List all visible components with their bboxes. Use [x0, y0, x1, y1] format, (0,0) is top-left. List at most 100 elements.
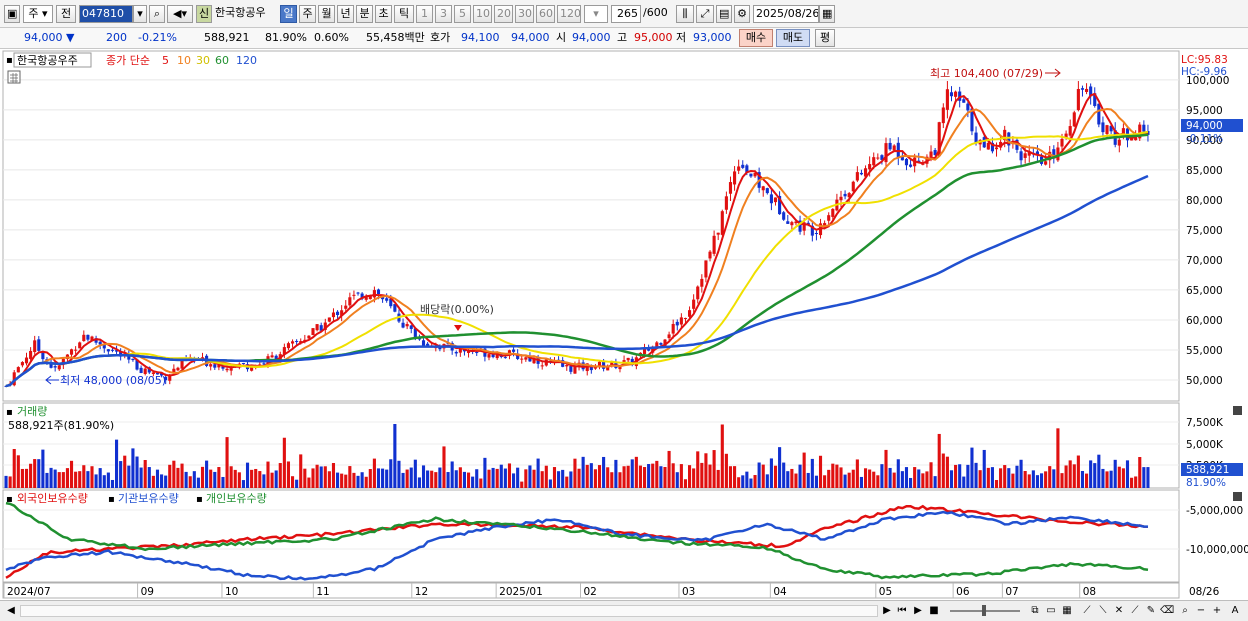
type-select[interactable]: 주 ▾ — [23, 5, 53, 23]
volume-bar — [548, 479, 552, 488]
scroll-left-icon[interactable]: ◀ — [4, 604, 18, 618]
volume-value: 588,921 — [204, 31, 250, 44]
interval-60[interactable]: 60 — [536, 5, 555, 23]
volume-bar — [949, 470, 954, 488]
interval-20[interactable]: 20 — [494, 5, 513, 23]
candle-body — [1060, 138, 1064, 147]
horizontal-scrollbar[interactable] — [20, 605, 878, 617]
stop-icon[interactable]: ■ — [927, 604, 941, 618]
font-icon[interactable]: A — [1228, 604, 1242, 618]
volume-bar — [417, 477, 421, 488]
price-ytick: 50,000 — [1186, 375, 1223, 387]
interval-1[interactable]: 1 — [416, 5, 433, 23]
period-minute[interactable]: 분 — [356, 5, 373, 23]
prev-button[interactable]: 전 — [56, 5, 76, 23]
interval-120[interactable]: 120 — [557, 5, 581, 23]
zoom-icon[interactable]: ⌕ — [1178, 604, 1192, 618]
zoom-in-icon[interactable]: + — [1210, 604, 1224, 618]
eraser-icon[interactable]: ⌫ — [1160, 604, 1174, 618]
volume-bar — [606, 467, 610, 488]
volume-bar — [364, 476, 368, 488]
volume-tag-pct: 81.90% — [1186, 477, 1226, 489]
volume-bar — [970, 447, 974, 488]
candle-body — [708, 251, 712, 259]
layout-icon-1[interactable]: ⧉ — [1028, 604, 1042, 618]
crosshair-icon[interactable]: ⤢ — [696, 5, 714, 23]
volume-bar — [307, 477, 311, 488]
play-icon[interactable]: ▶ — [911, 604, 925, 618]
volume-bar — [884, 449, 888, 488]
interval-5[interactable]: 5 — [454, 5, 471, 23]
draw-line-icon[interactable]: ⟋ — [1080, 604, 1094, 618]
scroll-right-icon[interactable]: ▶ — [880, 604, 894, 618]
layout-icon-3[interactable]: ▦ — [1060, 604, 1074, 618]
volume-bar — [974, 462, 978, 488]
volume-bar — [925, 471, 929, 488]
holding-ytick-2: -10,000,000 — [1186, 544, 1248, 556]
period-second[interactable]: 초 — [375, 5, 392, 23]
sell-button[interactable]: 매도 — [776, 29, 810, 47]
save-icon[interactable]: ▤ — [716, 5, 732, 23]
interval-30[interactable]: 30 — [515, 5, 534, 23]
interval-10[interactable]: 10 — [473, 5, 492, 23]
volume-ytick-1: 7,500K — [1186, 417, 1224, 429]
zoom-slider-handle[interactable] — [982, 605, 986, 616]
volume-summary: 588,921주(81.90%) — [8, 419, 114, 432]
volume-bar — [929, 462, 933, 488]
volume-bar — [552, 467, 557, 488]
candle-body — [954, 91, 958, 97]
volume-bar — [1007, 468, 1011, 488]
volume-bar — [430, 470, 434, 488]
period-tick[interactable]: 틱 — [394, 5, 414, 23]
draw-trend-icon[interactable]: ⟍ — [1096, 604, 1110, 618]
date-input[interactable]: 2025/08/26 — [753, 5, 819, 23]
volume-bar — [221, 476, 225, 488]
candle-body — [110, 349, 115, 351]
draw-cross-icon[interactable]: ✕ — [1112, 604, 1126, 618]
chart-area[interactable]: 100,000 95,000 90,000 85,000 80,000 75,000 70,… — [0, 49, 1248, 605]
volume-bar — [823, 475, 827, 488]
buy-button[interactable]: 매수 — [739, 29, 773, 47]
candle-body — [712, 235, 716, 254]
volume-bar — [1097, 454, 1101, 488]
candle-body — [962, 99, 966, 103]
speaker-icon[interactable]: ◀▾ — [167, 5, 193, 23]
volume-bar — [900, 471, 904, 488]
zoom-out-icon[interactable]: − — [1194, 604, 1208, 618]
chart-svg[interactable]: 100,00095,00090,00085,00080,00075,00070,… — [0, 49, 1248, 601]
window-icon[interactable]: ▣ — [4, 5, 20, 23]
volume-bar — [61, 472, 65, 488]
period-day[interactable]: 일 — [280, 5, 297, 23]
volume-bar — [1130, 477, 1134, 488]
draw-fib-icon[interactable]: ⟋ — [1128, 604, 1142, 618]
period-week[interactable]: 주 — [299, 5, 316, 23]
candle-body — [692, 299, 696, 309]
code-dropdown-icon[interactable]: ▾ — [133, 5, 147, 23]
chart-type-icon[interactable]: ⫼ — [676, 5, 694, 23]
volume-bar — [139, 467, 143, 488]
search-icon[interactable]: ⌕ — [149, 5, 165, 23]
candle-body — [1072, 112, 1076, 127]
count-input[interactable]: 265 — [611, 5, 641, 23]
volume-close-icon[interactable] — [1233, 406, 1242, 415]
volume-bar — [299, 454, 303, 488]
price-ytick: 95,000 — [1186, 105, 1223, 117]
period-year[interactable]: 년 — [337, 5, 354, 23]
interval-3[interactable]: 3 — [435, 5, 452, 23]
holding-close-icon[interactable] — [1233, 492, 1242, 501]
first-icon[interactable]: ⏮ — [895, 604, 909, 618]
volume-bar — [352, 472, 356, 488]
avg-button[interactable]: 평 — [815, 29, 835, 47]
candle-body — [827, 215, 831, 221]
gear-icon[interactable]: ⚙ — [734, 5, 750, 23]
period-month[interactable]: 월 — [318, 5, 335, 23]
volume-bar — [700, 462, 704, 488]
volume-bar — [593, 469, 597, 488]
candle-body — [679, 317, 683, 325]
volume-bar — [315, 464, 319, 488]
draw-pen-icon[interactable]: ✎ — [1144, 604, 1158, 618]
code-input[interactable]: 047810 — [79, 5, 133, 23]
calendar-icon[interactable]: ▦ — [819, 5, 835, 23]
layout-icon-2[interactable]: ▭ — [1044, 604, 1058, 618]
interval-dropdown[interactable]: ▾ — [584, 5, 608, 23]
